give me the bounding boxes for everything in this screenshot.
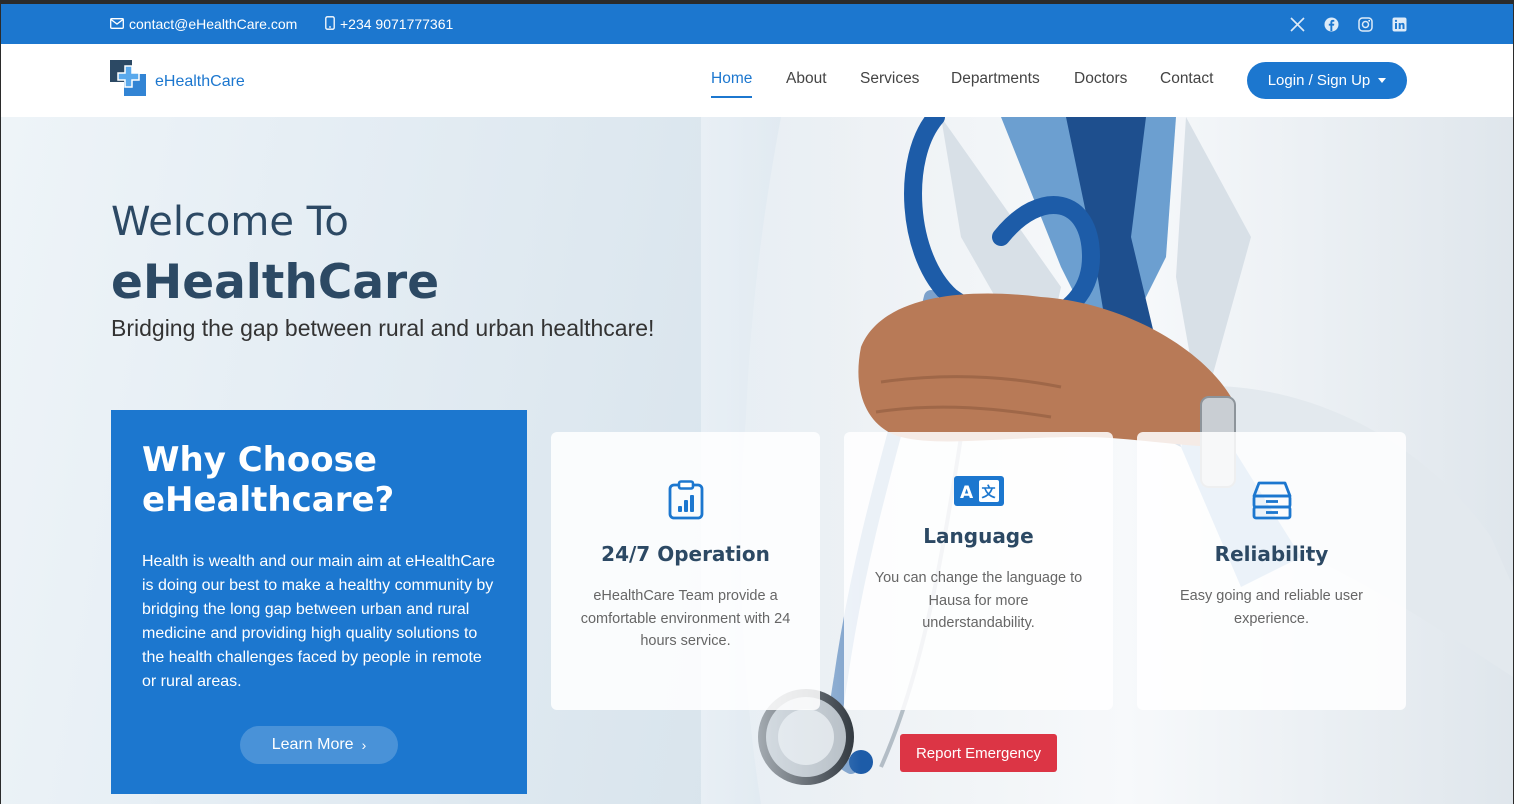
card-text: eHealthCare Team provide a comfortable e…	[580, 588, 791, 649]
why-title: Why Choose eHealthcare?	[142, 440, 395, 520]
nav-contact[interactable]: Contact	[1160, 70, 1213, 88]
card-text: Easy going and reliable user experience.	[1180, 588, 1363, 627]
svg-text:文: 文	[981, 484, 996, 501]
caret-down-icon	[1378, 78, 1387, 83]
card-title: 24/7 Operation	[601, 542, 770, 566]
login-signup-button[interactable]: Login / Sign Up	[1247, 62, 1407, 99]
learn-more-button[interactable]: Learn More ›	[240, 726, 398, 764]
email-text: contact@eHealthCare.com	[129, 16, 298, 32]
translate-icon: A文	[844, 476, 1113, 506]
facebook-icon[interactable]	[1324, 4, 1339, 44]
feature-card-operation: 24/7 Operation eHealthCare Team provide …	[551, 432, 820, 710]
chevron-right-icon: ›	[361, 737, 367, 753]
card-text: You can change the language to Hausa for…	[874, 570, 1083, 631]
login-label: Login / Sign Up	[1267, 72, 1371, 89]
instagram-icon[interactable]	[1358, 4, 1373, 44]
nav-about[interactable]: About	[786, 70, 827, 88]
nav-departments[interactable]: Departments	[951, 70, 1040, 88]
why-text: Health is wealth and our main aim at eHe…	[142, 553, 496, 690]
nav-home[interactable]: Home	[711, 70, 753, 98]
nav-services[interactable]: Services	[860, 70, 919, 88]
brand-name: eHealthCare	[155, 72, 245, 90]
linkedin-icon[interactable]	[1392, 4, 1407, 44]
learn-more-label: Learn More	[271, 736, 354, 753]
hero-section: Welcome To eHealthCare Bridging the gap …	[1, 117, 1513, 804]
phone-text: +234 9071777361	[340, 16, 454, 32]
medical-cross-logo-icon	[110, 60, 147, 103]
report-emergency-button[interactable]: Report Emergency	[900, 734, 1057, 772]
x-icon[interactable]	[1290, 4, 1305, 44]
phone-icon	[325, 15, 340, 33]
hero-tagline: Bridging the gap between rural and urban…	[111, 315, 655, 341]
feature-card-language: A文 Language You can change the language …	[844, 432, 1113, 710]
card-title: Language	[923, 524, 1034, 548]
hero-welcome: Welcome To	[111, 199, 349, 245]
clipboard-chart-icon	[551, 480, 820, 520]
hero-brand: eHealthCare	[111, 255, 440, 310]
why-choose-box: Why Choose eHealthcare? Health is wealth…	[111, 410, 527, 794]
contact-phone[interactable]: +234 9071777361	[325, 4, 453, 44]
envelope-icon	[110, 16, 129, 32]
contact-email[interactable]: contact@eHealthCare.com	[110, 4, 297, 44]
main-header: eHealthCare Home About Services Departme…	[1, 44, 1513, 117]
nav-doctors[interactable]: Doctors	[1074, 70, 1127, 88]
feature-card-reliability: Reliability Easy going and reliable user…	[1137, 432, 1406, 710]
inbox-stack-icon	[1137, 480, 1406, 520]
brand-logo[interactable]: eHealthCare	[110, 60, 245, 103]
svg-text:A: A	[960, 483, 974, 503]
top-bar: contact@eHealthCare.com +234 9071777361	[1, 4, 1513, 44]
card-title: Reliability	[1214, 542, 1329, 566]
